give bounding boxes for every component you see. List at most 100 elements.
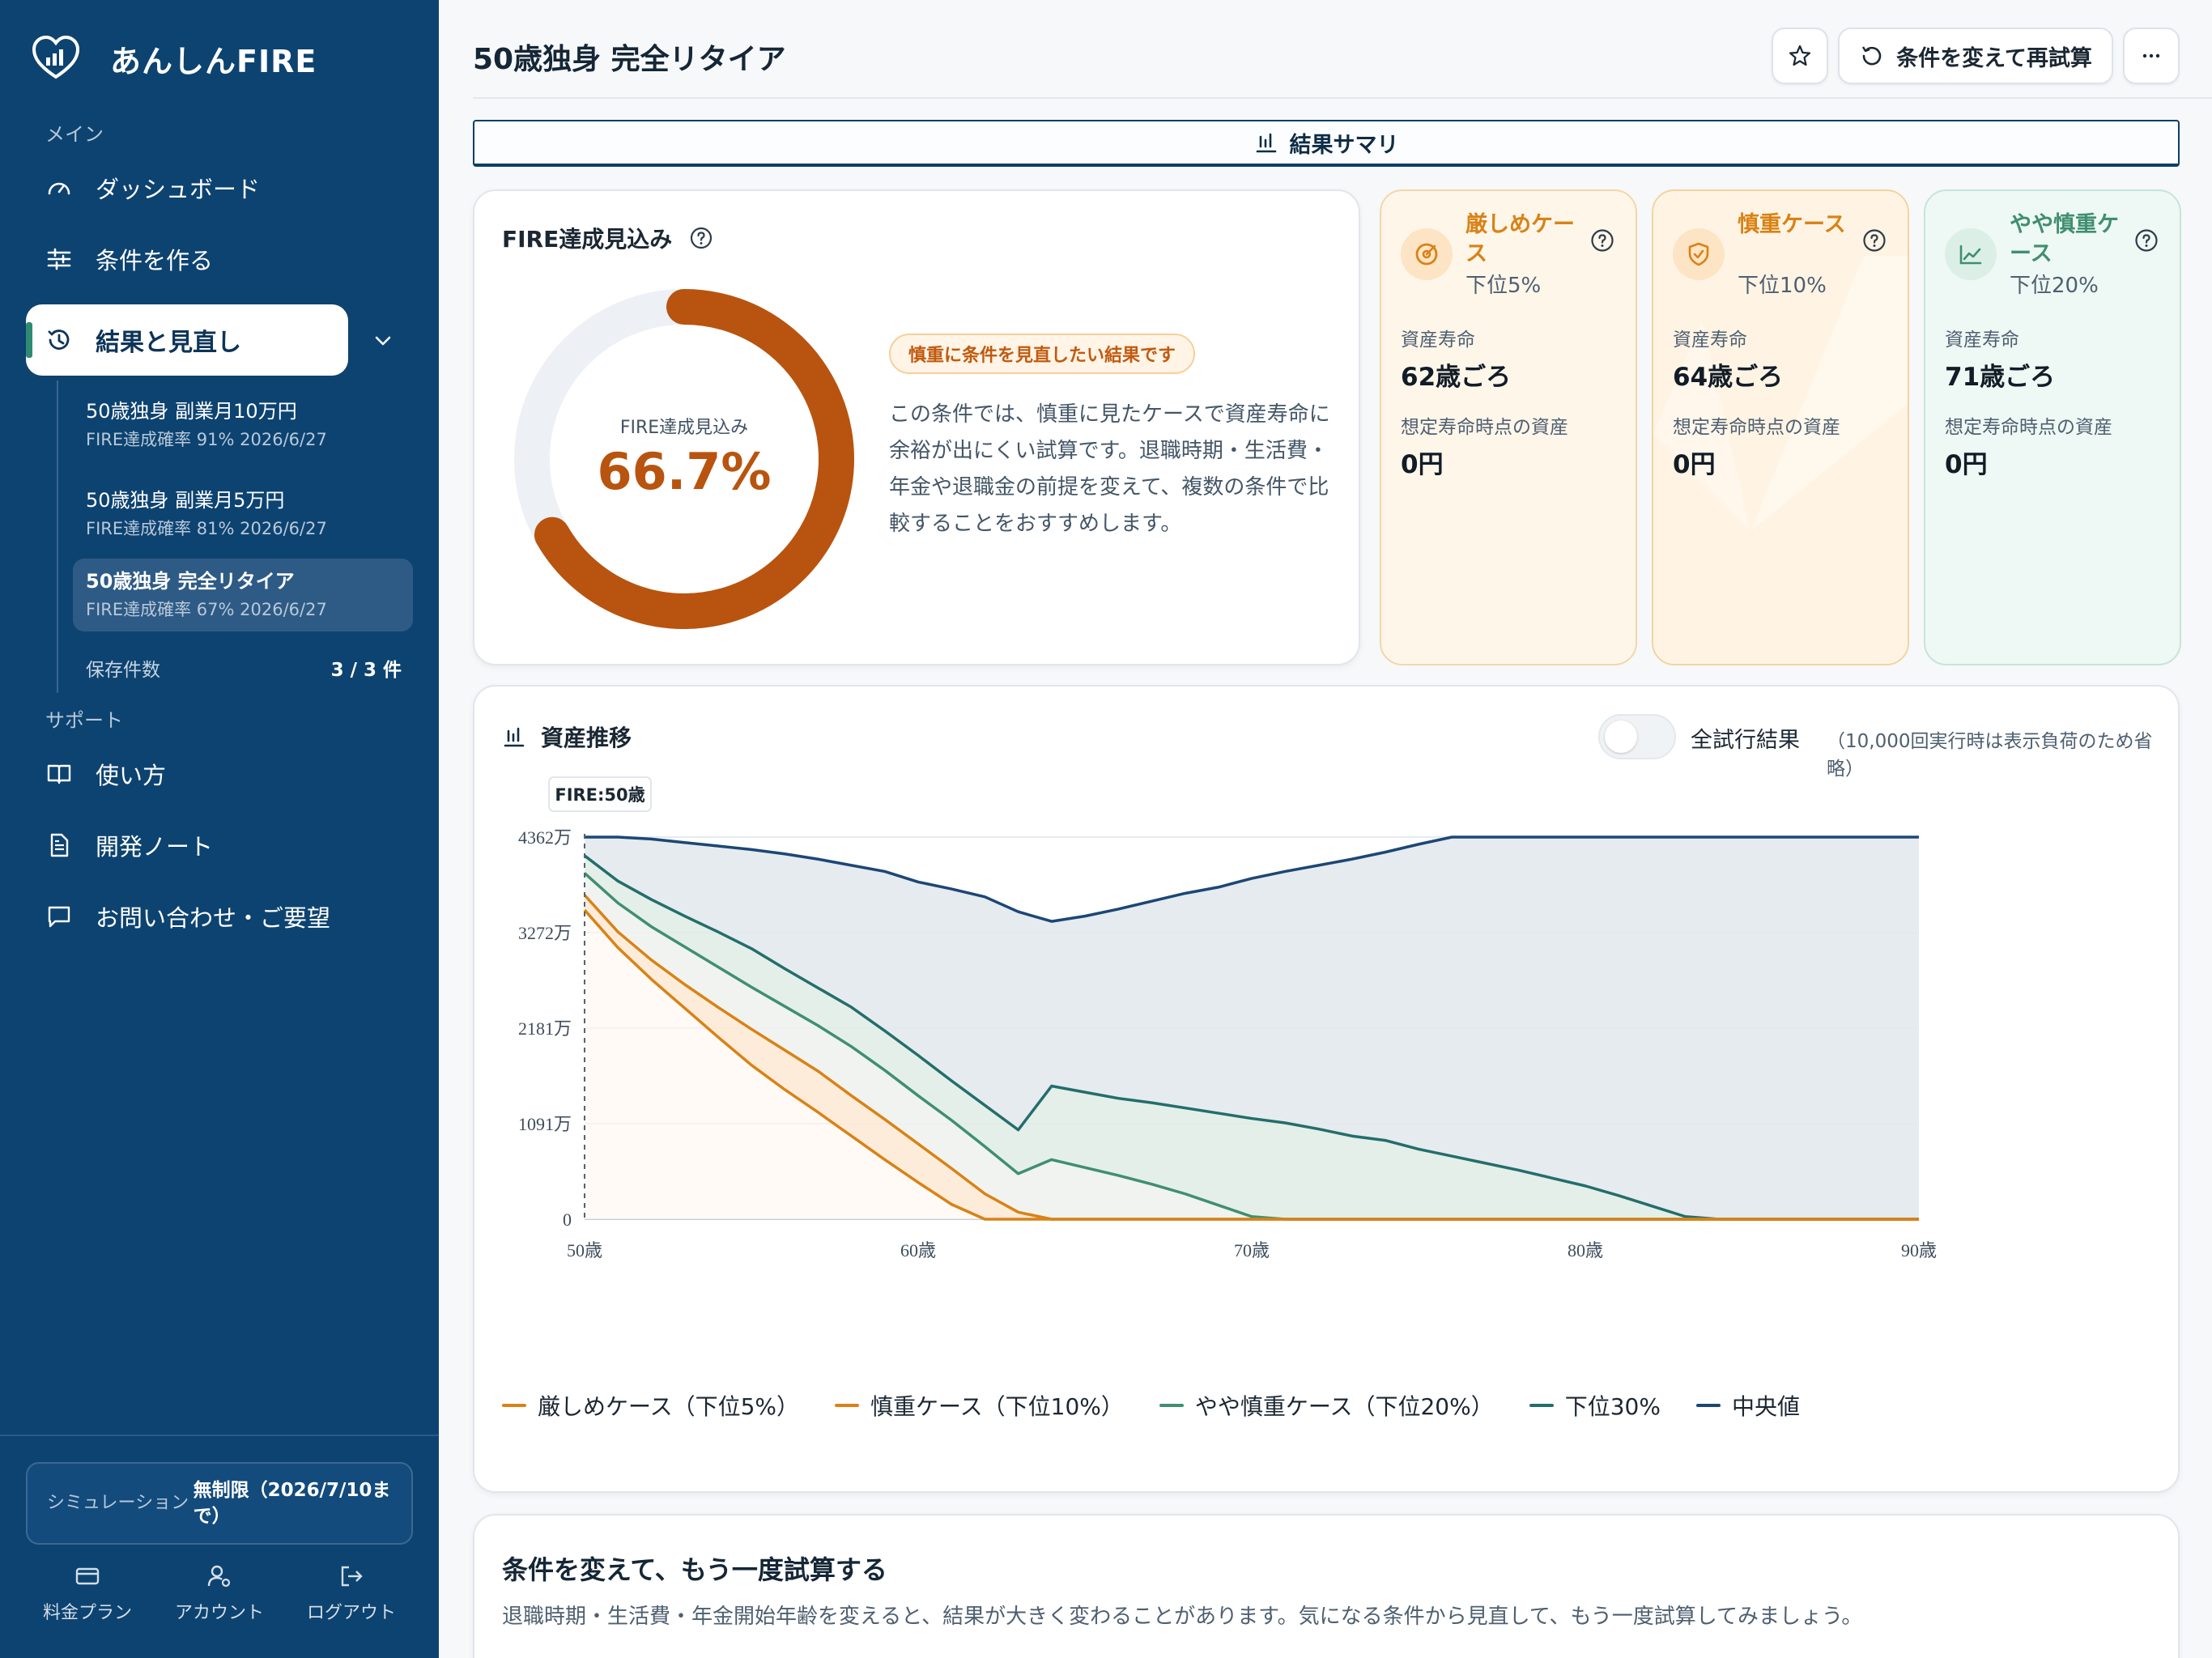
result-meta: FIRE達成確率 81% 2026/6/27 (86, 519, 327, 538)
bar-chart-icon (504, 727, 525, 747)
y-tick-label: 3272万 (518, 923, 572, 943)
document-icon (45, 831, 73, 859)
fire-description: この条件では、慎重に見たケースで資産寿命に余裕が出にくい試算です。退職時期・生活… (889, 402, 1330, 536)
legend-label: 厳しめケース（下位5%） (538, 1393, 800, 1420)
asset-label: 想定寿命時点の資産 (1401, 417, 1568, 438)
tab-summary[interactable]: 結果サマリ (473, 120, 2180, 167)
saved-count-label: 保存件数 (86, 660, 160, 681)
sidebar-item-dashboard[interactable]: ダッシュボード (45, 164, 260, 212)
legend-label: 中央値 (1731, 1393, 1800, 1420)
saved-count-value: 3 / 3 件 (330, 660, 402, 681)
refresh-icon (1862, 46, 1882, 66)
legend-label: 下位30% (1564, 1393, 1661, 1420)
sidebar-item-label: 結果と見直し (96, 329, 241, 357)
legend-swatch (1695, 1404, 1721, 1407)
history-icon (45, 326, 73, 354)
case-name: やや慎重ケース (2010, 212, 2119, 266)
retry-button-label: 条件を変えて再試算 (1896, 45, 2092, 71)
y-tick-label: 2181万 (518, 1018, 572, 1039)
retry-section-title: 条件を変えて、もう一度試算する (502, 1554, 887, 1585)
help-icon[interactable] (1861, 227, 1888, 254)
target-icon (1401, 228, 1453, 280)
y-tick-label: 4362万 (518, 827, 572, 848)
result-meta: FIRE達成確率 67% 2026/6/27 (86, 600, 327, 619)
result-title: 50歳独身 副業月5万円 (86, 489, 285, 512)
page-title: 50歳独身 完全リタイア (473, 43, 786, 76)
legend-item: 厳しめケース（下位5%） (502, 1389, 799, 1422)
asset-value: 0円 (1945, 450, 1988, 479)
life-value: 64歳ごろ (1673, 363, 1784, 392)
x-tick-label: 80歳 (1568, 1240, 1603, 1261)
brand[interactable]: あんしんFIRE (31, 28, 317, 89)
more-options-button[interactable] (2123, 28, 2180, 84)
star-icon (1789, 45, 1811, 66)
case-card-cautious: 慎重ケース 下位10% 資産寿命 64歳ごろ 想定寿命時点の資産 0円 (1652, 189, 1909, 665)
asset-label: 想定寿命時点の資産 (1673, 417, 1840, 438)
trend-icon (1945, 228, 1997, 280)
legend-swatch (835, 1404, 860, 1407)
fire-probability-value: 66.7% (597, 442, 772, 501)
help-icon[interactable] (2133, 227, 2160, 254)
legend-label: 慎重ケース（下位10%） (870, 1393, 1124, 1420)
x-tick-label: 50歳 (567, 1240, 602, 1261)
asset-chart: 0 1091万 2181万 3272万 4362万 50歳 60歳 70歳 80歳 90歳 FIRE… (518, 776, 1937, 1261)
tree-line (57, 380, 58, 693)
active-indicator (26, 322, 32, 358)
all-trials-toggle[interactable] (1598, 714, 1676, 759)
chat-icon (45, 903, 73, 930)
case-percentile: 下位20% (2010, 274, 2099, 298)
tab-summary-label: 結果サマリ (1289, 132, 1399, 158)
logout-label: ログアウト (306, 1603, 396, 1623)
section-label-main: メイン (45, 123, 104, 146)
legend-item: 下位30% (1529, 1389, 1661, 1422)
fire-marker-label: FIRE:50歳 (555, 785, 644, 805)
more-icon (2142, 53, 2160, 58)
gauge-icon (45, 174, 73, 202)
sidebar-item-label: お問い合わせ・ご要望 (96, 904, 331, 932)
fire-card-title-text: FIRE達成見込み (502, 226, 673, 253)
header-divider (473, 97, 2212, 99)
pricing-button[interactable]: 料金プラン (23, 1562, 152, 1624)
help-icon[interactable] (1589, 227, 1616, 254)
sidebar: あんしんFIRE メイン ダッシュボード 条件を作る 結果と見直し 50歳独身 … (0, 0, 439, 1658)
logout-button[interactable]: ログアウト (287, 1562, 416, 1624)
y-tick-label: 1091万 (518, 1114, 572, 1134)
book-icon (45, 760, 73, 788)
toggle-label: 全試行結果 (1691, 728, 1800, 753)
life-value: 62歳ごろ (1401, 363, 1512, 392)
logout-icon (341, 1566, 363, 1587)
legend-swatch (1529, 1404, 1554, 1407)
shield-icon (1673, 228, 1725, 280)
account-label: アカウント (174, 1603, 264, 1623)
sidebar-item-contact[interactable]: お問い合わせ・ご要望 (45, 892, 330, 941)
result-title: 50歳独身 完全リタイア (86, 570, 295, 593)
asset-label: 想定寿命時点の資産 (1945, 417, 2112, 438)
legend-label: やや慎重ケース（下位20%） (1194, 1393, 1494, 1420)
sidebar-item-label: ダッシュボード (96, 176, 261, 203)
app-name: あんしんFIRE (110, 43, 317, 79)
x-tick-label: 90歳 (1901, 1240, 1937, 1261)
case-name: 厳しめケース (1465, 212, 1575, 266)
chart-legend: 厳しめケース（下位5%） 慎重ケース（下位10%） やや慎重ケース（下位20%） 下位… (502, 1389, 1836, 1422)
result-item-active[interactable]: 50歳独身 完全リタイア FIRE達成確率 67% 2026/6/27 (73, 559, 413, 631)
chevron-down-icon[interactable] (369, 327, 397, 355)
retry-section: 条件を変えて、もう一度試算する 退職時期・生活費・年金開始年齢を変えると、結果が… (473, 1514, 2180, 1658)
sidebar-divider (0, 1435, 439, 1436)
retry-button[interactable]: 条件を変えて再試算 (1838, 28, 2113, 84)
x-tick-label: 70歳 (1234, 1240, 1270, 1261)
result-title: 50歳独身 副業月10万円 (86, 400, 297, 423)
account-button[interactable]: アカウント (155, 1562, 284, 1624)
sidebar-item-devnotes[interactable]: 開発ノート (45, 821, 213, 869)
sidebar-item-results[interactable]: 結果と見直し (26, 304, 348, 376)
result-item[interactable]: 50歳独身 副業月10万円 FIRE達成確率 91% 2026/6/27 (73, 389, 413, 461)
sidebar-item-howto[interactable]: 使い方 (45, 750, 166, 798)
y-tick-label: 0 (563, 1209, 572, 1230)
favorite-button[interactable] (1772, 28, 1828, 84)
sidebar-item-conditions[interactable]: 条件を作る (45, 235, 213, 283)
case-card-moderate: やや慎重ケース 下位20% 資産寿命 71歳ごろ 想定寿命時点の資産 0円 (1924, 189, 2181, 665)
chart-title: 資産推移 (502, 721, 632, 753)
result-item[interactable]: 50歳独身 副業月5万円 FIRE達成確率 81% 2026/6/27 (73, 478, 413, 551)
retry-section-description: 退職時期・生活費・年金開始年齢を変えると、結果が大きく変わることがあります。気に… (502, 1605, 1863, 1629)
toggle-knob (1605, 721, 1637, 753)
help-icon[interactable] (688, 225, 714, 251)
